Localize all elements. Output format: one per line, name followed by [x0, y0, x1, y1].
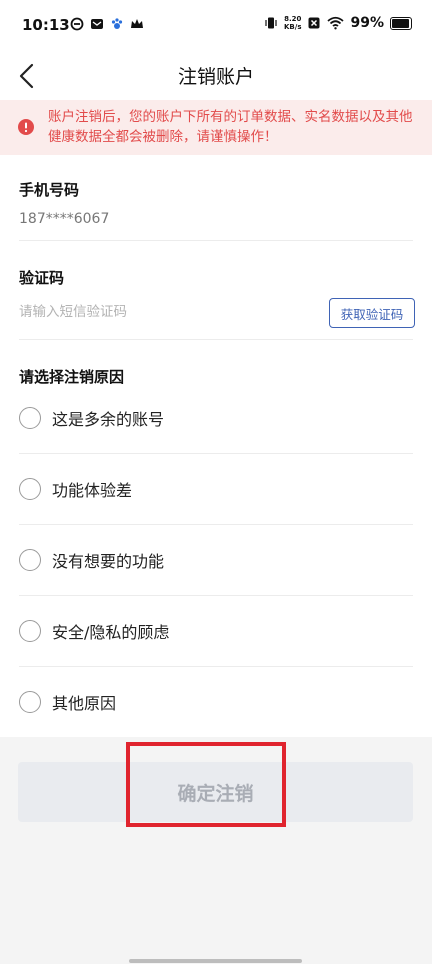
- divider: [19, 339, 413, 340]
- notification-icons: [70, 17, 144, 31]
- page-title: 注销账户: [177, 66, 254, 88]
- reason-option[interactable]: 这是多余的账号: [19, 383, 413, 453]
- radio-button[interactable]: [19, 691, 41, 713]
- wifi-icon: [327, 16, 345, 30]
- reason-label: 没有想要的功能: [52, 552, 165, 571]
- reason-label: 安全/隐私的顾虑: [52, 623, 170, 642]
- reason-option[interactable]: 其他原因: [19, 667, 413, 737]
- verification-code-input[interactable]: [19, 301, 309, 323]
- reason-option[interactable]: 安全/隐私的顾虑: [19, 596, 413, 666]
- radio-button[interactable]: [19, 407, 41, 429]
- close-box-icon: [308, 17, 320, 29]
- confirm-cancel-button[interactable]: 确定注销: [18, 762, 413, 822]
- radio-button[interactable]: [19, 549, 41, 571]
- phone-value: 187****6067: [19, 211, 110, 227]
- paw-icon: [111, 18, 123, 29]
- reason-option[interactable]: 没有想要的功能: [19, 525, 413, 595]
- reason-label: 其他原因: [52, 694, 117, 713]
- nav-bar: 注销账户: [0, 52, 432, 100]
- home-indicator: [129, 959, 302, 963]
- reason-label: 功能体验差: [52, 481, 133, 500]
- code-label: 验证码: [19, 269, 65, 287]
- net-speed-value: 8.20: [284, 15, 302, 23]
- system-indicators: 8.20 KB/s 99%: [264, 15, 412, 31]
- warning-text: 账户注销后，您的账户下所有的订单数据、实名数据以及其他健康数据全都会被删除，请谨…: [48, 109, 413, 145]
- reason-option[interactable]: 功能体验差: [19, 454, 413, 524]
- status-time: 10:13: [22, 16, 70, 34]
- warning-icon: [18, 119, 34, 135]
- radio-button[interactable]: [19, 478, 41, 500]
- radio-button[interactable]: [19, 620, 41, 642]
- vibrate-icon: [265, 17, 277, 29]
- cancel-account-form: 手机号码 187****6067 验证码 获取验证码 请选择注销原因 这是多余的…: [0, 155, 432, 737]
- crown-icon: [131, 19, 143, 28]
- status-bar: 10:13 8.20 KB/s 99%: [0, 0, 432, 52]
- divider: [19, 240, 413, 241]
- sync-icon: [70, 17, 84, 31]
- net-speed-unit: KB/s: [284, 23, 302, 31]
- phone-label: 手机号码: [19, 181, 80, 199]
- battery-percent: 99%: [350, 15, 384, 31]
- reason-label: 这是多余的账号: [52, 410, 165, 429]
- battery-icon: [390, 16, 412, 30]
- warning-banner: 账户注销后，您的账户下所有的订单数据、实名数据以及其他健康数据全都会被删除，请谨…: [0, 100, 432, 155]
- get-code-button[interactable]: 获取验证码: [329, 298, 415, 328]
- net-speed: 8.20 KB/s: [284, 15, 301, 31]
- mail-icon: [91, 19, 103, 29]
